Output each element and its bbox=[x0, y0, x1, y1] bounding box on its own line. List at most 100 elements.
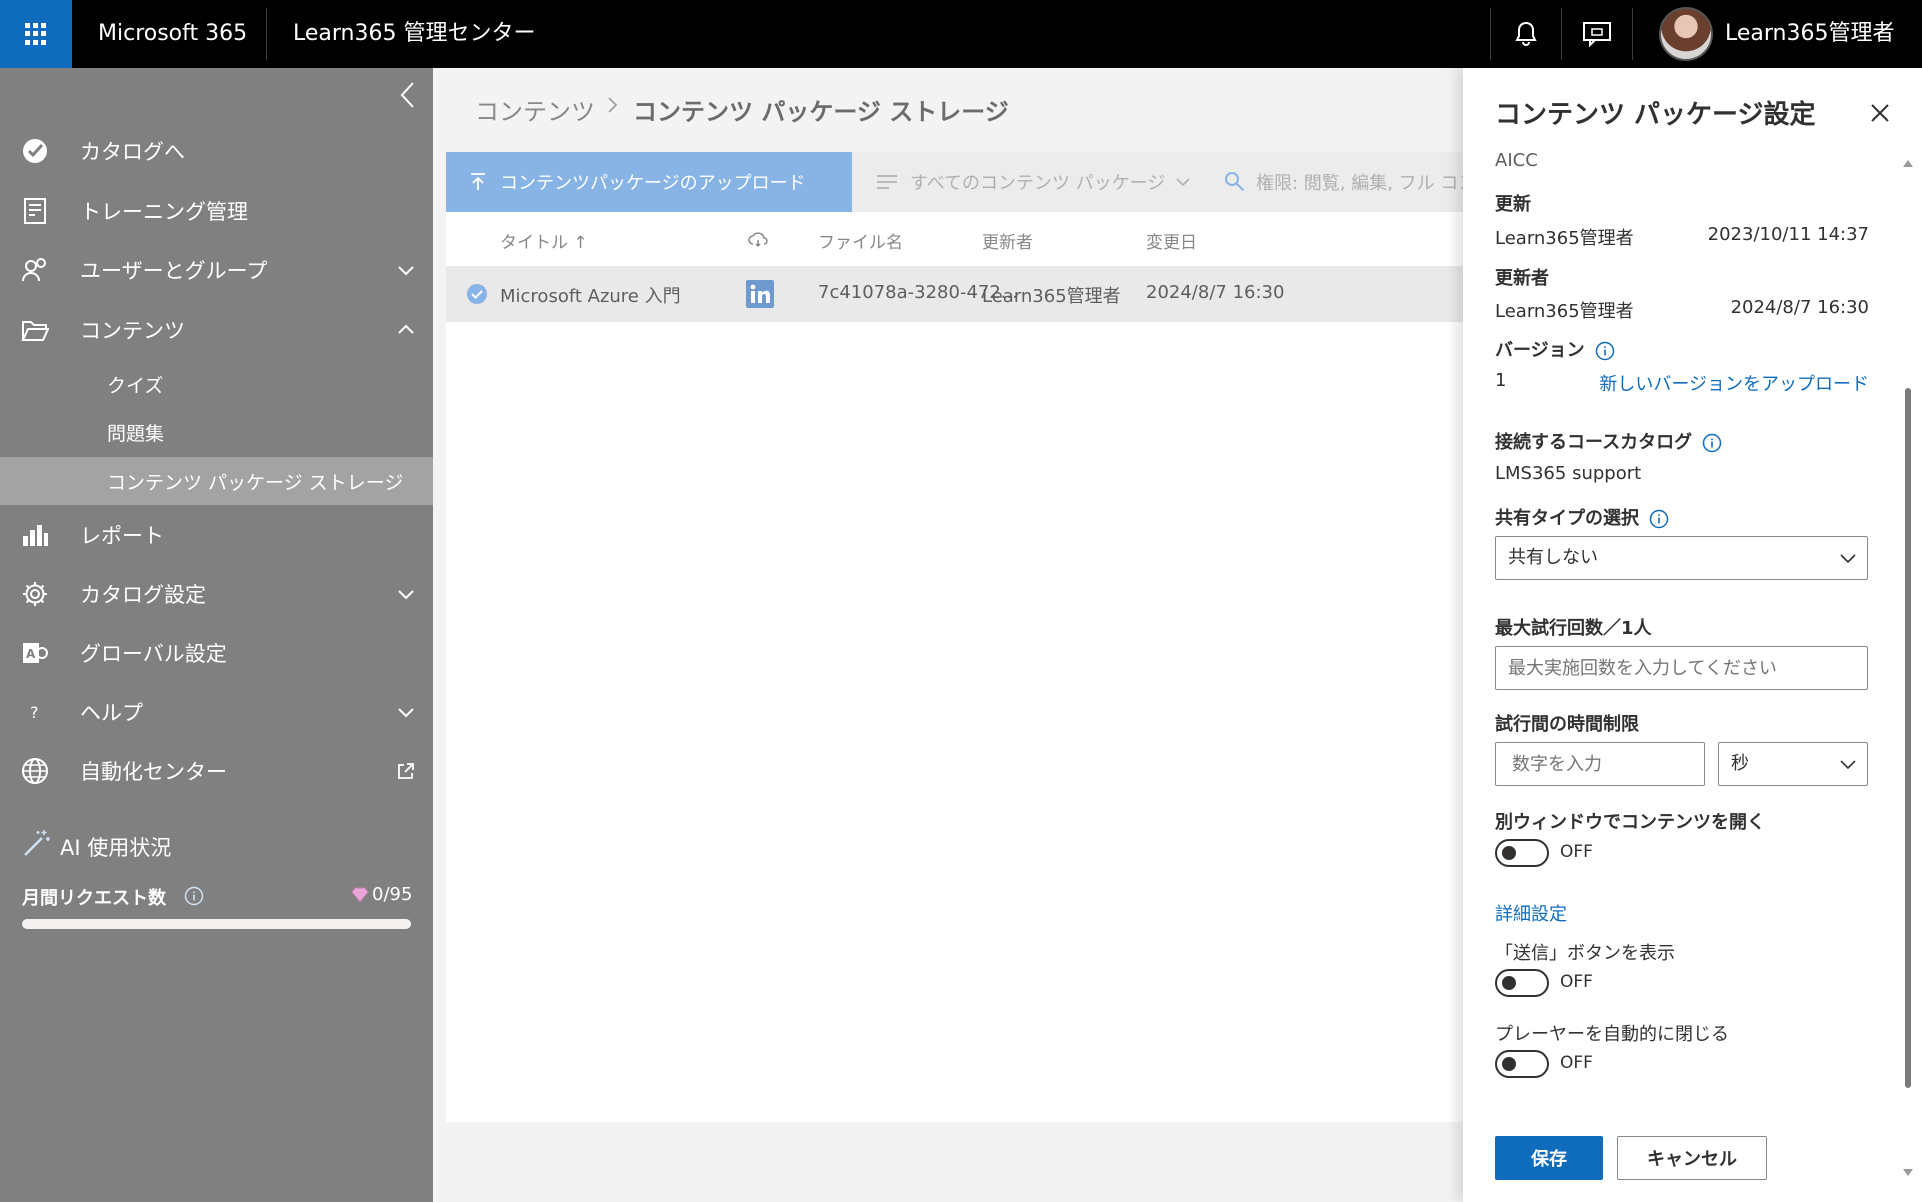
sidebar-item-label: 自動化センター bbox=[80, 760, 227, 784]
upload-package-button[interactable]: コンテンツパッケージのアップロード bbox=[446, 152, 852, 212]
info-icon[interactable] bbox=[184, 886, 204, 906]
catalog-label: 接続するコースカタログ bbox=[1495, 428, 1722, 454]
catalog-value: LMS365 support bbox=[1495, 463, 1642, 484]
divider bbox=[1632, 8, 1633, 60]
app-launcher-button[interactable] bbox=[0, 0, 72, 68]
save-button[interactable]: 保存 bbox=[1495, 1136, 1603, 1180]
row-title[interactable]: Microsoft Azure 入門 bbox=[500, 282, 681, 308]
collapse-sidebar-icon[interactable] bbox=[396, 80, 420, 110]
bar-chart-icon bbox=[20, 520, 50, 550]
new-window-label: 別ウィンドウでコンテンツを開く bbox=[1495, 812, 1765, 833]
sidebar-item-catalog-settings[interactable]: カタログ設定 bbox=[0, 565, 433, 623]
auto-close-toggle[interactable] bbox=[1495, 1050, 1549, 1078]
user-name[interactable]: Learn365管理者 bbox=[1725, 0, 1894, 68]
table-header: タイトル ↑ ファイル名 更新者 変更日 bbox=[446, 212, 1463, 266]
sidebar-item-automation-center[interactable]: 自動化センター bbox=[0, 742, 433, 800]
info-icon[interactable] bbox=[1702, 433, 1722, 453]
top-bar: Microsoft 365 Learn365 管理センター Learn365管理… bbox=[0, 0, 1922, 68]
updated-by: Learn365管理者 bbox=[1495, 228, 1634, 249]
column-header-date[interactable]: 変更日 bbox=[1146, 228, 1197, 253]
feedback-button[interactable] bbox=[1562, 0, 1632, 68]
filter-icon bbox=[877, 175, 897, 189]
avatar[interactable] bbox=[1659, 7, 1713, 61]
info-icon[interactable] bbox=[1595, 341, 1615, 361]
app-title[interactable]: Learn365 管理センター bbox=[293, 0, 535, 68]
requests-progress-bar bbox=[22, 919, 411, 929]
panel-scrollbar[interactable] bbox=[1901, 158, 1915, 1176]
time-limit-input[interactable] bbox=[1495, 742, 1705, 786]
sidebar-item-training[interactable]: トレーニング管理 bbox=[0, 182, 433, 240]
info-icon[interactable] bbox=[1649, 509, 1669, 529]
external-link-icon bbox=[398, 763, 414, 779]
cancel-button[interactable]: キャンセル bbox=[1617, 1136, 1767, 1180]
new-window-toggle-state: OFF bbox=[1560, 842, 1593, 862]
updated-label: 更新 bbox=[1495, 194, 1531, 215]
submit-button-toggle[interactable] bbox=[1495, 969, 1549, 997]
auto-close-toggle-state: OFF bbox=[1560, 1053, 1593, 1073]
time-unit-dropdown[interactable]: 秒 bbox=[1718, 742, 1868, 786]
row-date: 2024/8/7 16:30 bbox=[1146, 282, 1285, 303]
auto-close-label: プレーヤーを自動的に閉じる bbox=[1495, 1024, 1729, 1045]
sidebar-subitem-quiz[interactable]: クイズ bbox=[0, 360, 433, 408]
sidebar-subitem-package-storage[interactable]: コンテンツ パッケージ ストレージ bbox=[0, 457, 433, 505]
updater-label: 更新者 bbox=[1495, 268, 1549, 289]
checkmark-circle-icon[interactable] bbox=[466, 283, 488, 305]
upload-button-label: コンテンツパッケージのアップロード bbox=[500, 173, 806, 194]
updated-date: 2023/10/11 14:37 bbox=[1707, 224, 1869, 245]
gem-icon bbox=[351, 887, 369, 903]
svg-text:A: A bbox=[26, 647, 36, 661]
toggle-knob bbox=[1502, 846, 1516, 860]
feedback-icon bbox=[1583, 22, 1611, 47]
chevron-right-icon bbox=[608, 97, 618, 113]
training-icon bbox=[20, 196, 50, 226]
sidebar-item-label: クイズ bbox=[107, 374, 164, 397]
updater-date: 2024/8/7 16:30 bbox=[1730, 297, 1869, 318]
table-row[interactable]: Microsoft Azure 入門 7c41078a-3280-472... … bbox=[446, 266, 1463, 322]
row-updater: Learn365管理者 bbox=[982, 286, 1121, 307]
breadcrumb-root[interactable]: コンテンツ bbox=[475, 92, 595, 127]
toggle-knob bbox=[1502, 1057, 1516, 1071]
column-header-title[interactable]: タイトル ↑ bbox=[500, 228, 588, 253]
sidebar-item-users[interactable]: ユーザーとグループ bbox=[0, 241, 433, 299]
new-window-toggle[interactable] bbox=[1495, 839, 1549, 867]
column-header-updater[interactable]: 更新者 bbox=[982, 228, 1033, 253]
main-content: コンテンツ コンテンツ パッケージ ストレージ コンテンツパッケージのアップロー… bbox=[433, 68, 1463, 1202]
chevron-down-icon bbox=[1840, 760, 1856, 770]
notifications-button[interactable] bbox=[1491, 0, 1561, 68]
sidebar-item-label: カタログ設定 bbox=[80, 583, 206, 607]
chevron-down-icon bbox=[398, 266, 414, 276]
search-placeholder: 権限: 閲覧, 編集, フル コントロール bbox=[1256, 173, 1463, 194]
sidebar-item-label: レポート bbox=[80, 524, 164, 548]
sidebar-item-help[interactable]: ? ヘルプ bbox=[0, 683, 433, 741]
toolbar: コンテンツパッケージのアップロード すべてのコンテンツ パッケージ 権限: 閲覧… bbox=[446, 152, 1463, 212]
list-empty-area bbox=[446, 322, 1463, 1122]
close-icon[interactable] bbox=[1869, 102, 1891, 124]
scroll-down-icon[interactable] bbox=[1902, 1168, 1914, 1178]
time-limit-label: 試行間の時間制限 bbox=[1495, 714, 1639, 735]
column-header-file[interactable]: ファイル名 bbox=[818, 228, 903, 253]
scroll-up-icon[interactable] bbox=[1902, 158, 1914, 168]
package-filter-dropdown[interactable]: すべてのコンテンツ パッケージ bbox=[876, 152, 1191, 212]
advanced-settings-link[interactable]: 詳細設定 bbox=[1495, 900, 1567, 926]
sidebar-item-catalog[interactable]: カタログへ bbox=[0, 122, 433, 180]
gear-icon bbox=[20, 579, 50, 609]
share-type-value: 共有しない bbox=[1508, 547, 1598, 568]
scroll-thumb[interactable] bbox=[1905, 388, 1911, 1088]
upload-new-version-link[interactable]: 新しいバージョンをアップロード bbox=[1599, 370, 1869, 396]
filter-label: すべてのコンテンツ パッケージ bbox=[910, 173, 1166, 194]
sidebar-item-label: コンテンツ パッケージ ストレージ bbox=[107, 471, 404, 494]
max-attempts-input[interactable] bbox=[1495, 646, 1868, 690]
ai-usage-title: AI 使用状況 bbox=[60, 836, 172, 860]
toggle-knob bbox=[1502, 976, 1516, 990]
sidebar-item-global-settings[interactable]: A グローバル設定 bbox=[0, 624, 433, 682]
version-label: バージョン bbox=[1495, 336, 1615, 362]
search-input[interactable]: 権限: 閲覧, 編集, フル コントロール bbox=[1224, 152, 1463, 212]
sidebar-item-reports[interactable]: レポート bbox=[0, 506, 433, 564]
sidebar-subitem-question-bank[interactable]: 問題集 bbox=[0, 408, 433, 456]
divider bbox=[266, 8, 267, 60]
catalog-check-icon bbox=[20, 136, 50, 166]
time-unit-value: 秒 bbox=[1731, 753, 1749, 774]
brand-link[interactable]: Microsoft 365 bbox=[98, 0, 247, 68]
share-type-dropdown[interactable]: 共有しない bbox=[1495, 536, 1868, 580]
sidebar-item-content[interactable]: コンテンツ bbox=[0, 301, 433, 359]
